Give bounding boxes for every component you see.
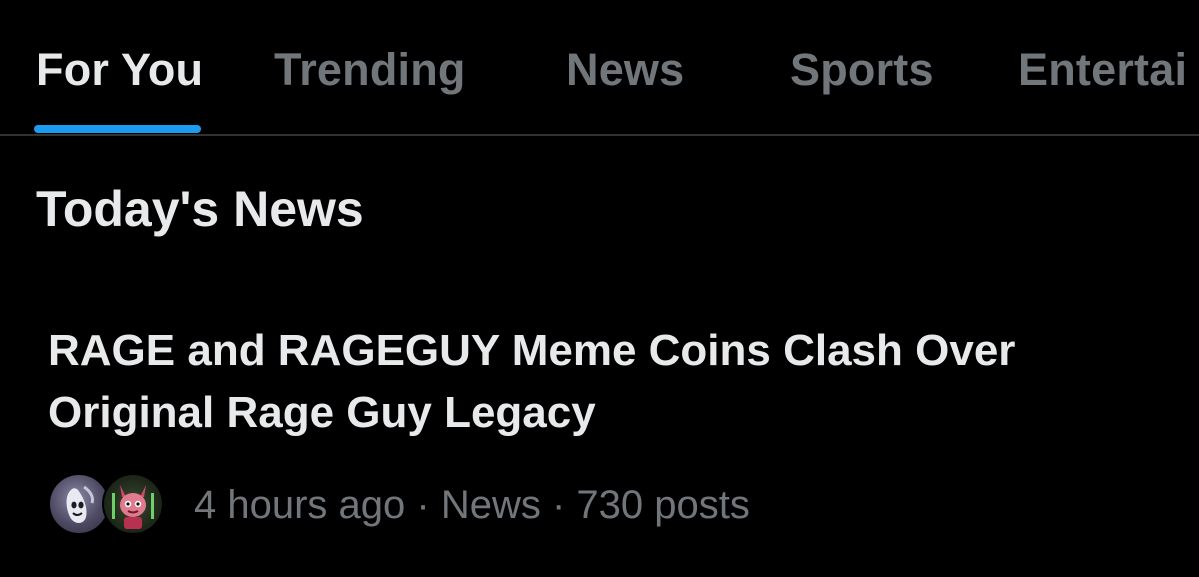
ghost-face-avatar (48, 473, 110, 535)
section-title: Today's News (36, 181, 364, 237)
tab-news[interactable]: News (566, 44, 684, 96)
avatar-stack (48, 470, 176, 540)
active-tab-indicator (34, 125, 201, 133)
tab-trending[interactable]: Trending (274, 44, 466, 96)
news-item[interactable]: RAGE and RAGEGUY Meme Coins Clash Over O… (0, 300, 1199, 550)
tab-sports[interactable]: Sports (790, 44, 934, 96)
tab-entertainment[interactable]: Entertai (1018, 44, 1187, 96)
news-meta: 4 hours ago · News · 730 posts (48, 470, 750, 540)
tab-for-you[interactable]: For You (36, 44, 203, 96)
news-headline[interactable]: RAGE and RAGEGUY Meme Coins Clash Over O… (48, 320, 1168, 444)
horned-character-avatar (102, 473, 164, 535)
news-meta-text: 4 hours ago · News · 730 posts (194, 482, 750, 527)
explore-tab-bar: For You Trending News Sports Entertai (0, 0, 1199, 136)
